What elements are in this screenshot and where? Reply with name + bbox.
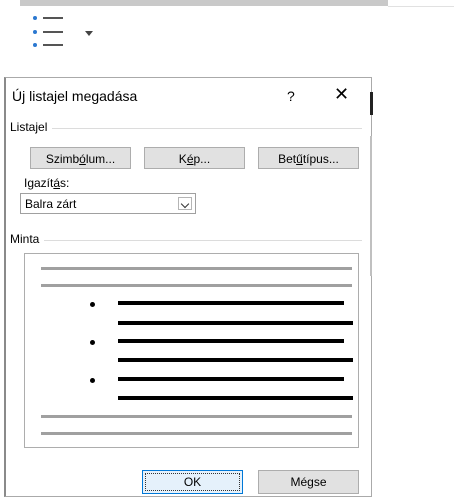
ok-button[interactable]: OK — [142, 470, 243, 494]
bullet-preview — [24, 253, 359, 448]
preview-text-line — [41, 432, 352, 435]
preview-text-line — [41, 284, 352, 287]
bullets-ribbon-button[interactable] — [18, 10, 104, 60]
toolbar-divider — [388, 6, 454, 7]
preview-list-line — [118, 339, 344, 343]
focus-rectangle — [145, 473, 240, 491]
preview-list-line — [118, 301, 344, 305]
bullet-group-label: Listajel — [10, 120, 48, 134]
preview-label: Minta — [10, 232, 40, 246]
preview-text-line — [41, 415, 352, 418]
background-edge — [370, 92, 373, 115]
help-button[interactable]: ? — [287, 88, 295, 104]
dialog-title: Új listajel megadása — [12, 88, 138, 104]
symbol-button[interactable]: Szimbólum... — [30, 147, 131, 169]
font-button[interactable]: Betűtípus... — [258, 147, 359, 169]
background-edge-gray — [370, 136, 372, 276]
chevron-down-icon[interactable] — [178, 197, 192, 210]
preview-bullet — [90, 340, 95, 345]
cancel-button[interactable]: Mégse — [258, 470, 359, 494]
preview-bullet — [90, 378, 95, 383]
toolbar-strip — [20, 0, 388, 6]
preview-list-line — [118, 321, 353, 325]
alignment-value: Balra zárt — [25, 197, 77, 211]
preview-text-line — [41, 267, 352, 270]
preview-divider — [44, 240, 362, 241]
chevron-down-icon[interactable] — [85, 31, 93, 36]
preview-list-line — [118, 396, 353, 400]
picture-button[interactable]: Kép... — [144, 147, 245, 169]
alignment-select[interactable]: Balra zárt — [20, 193, 196, 214]
alignment-label: Igazítás: — [24, 176, 70, 190]
preview-bullet — [90, 302, 95, 307]
preview-list-line — [118, 377, 344, 381]
preview-list-line — [118, 358, 353, 362]
close-button[interactable]: ✕ — [334, 84, 349, 105]
top-toolbar-area — [0, 0, 454, 10]
group-divider — [52, 128, 362, 129]
